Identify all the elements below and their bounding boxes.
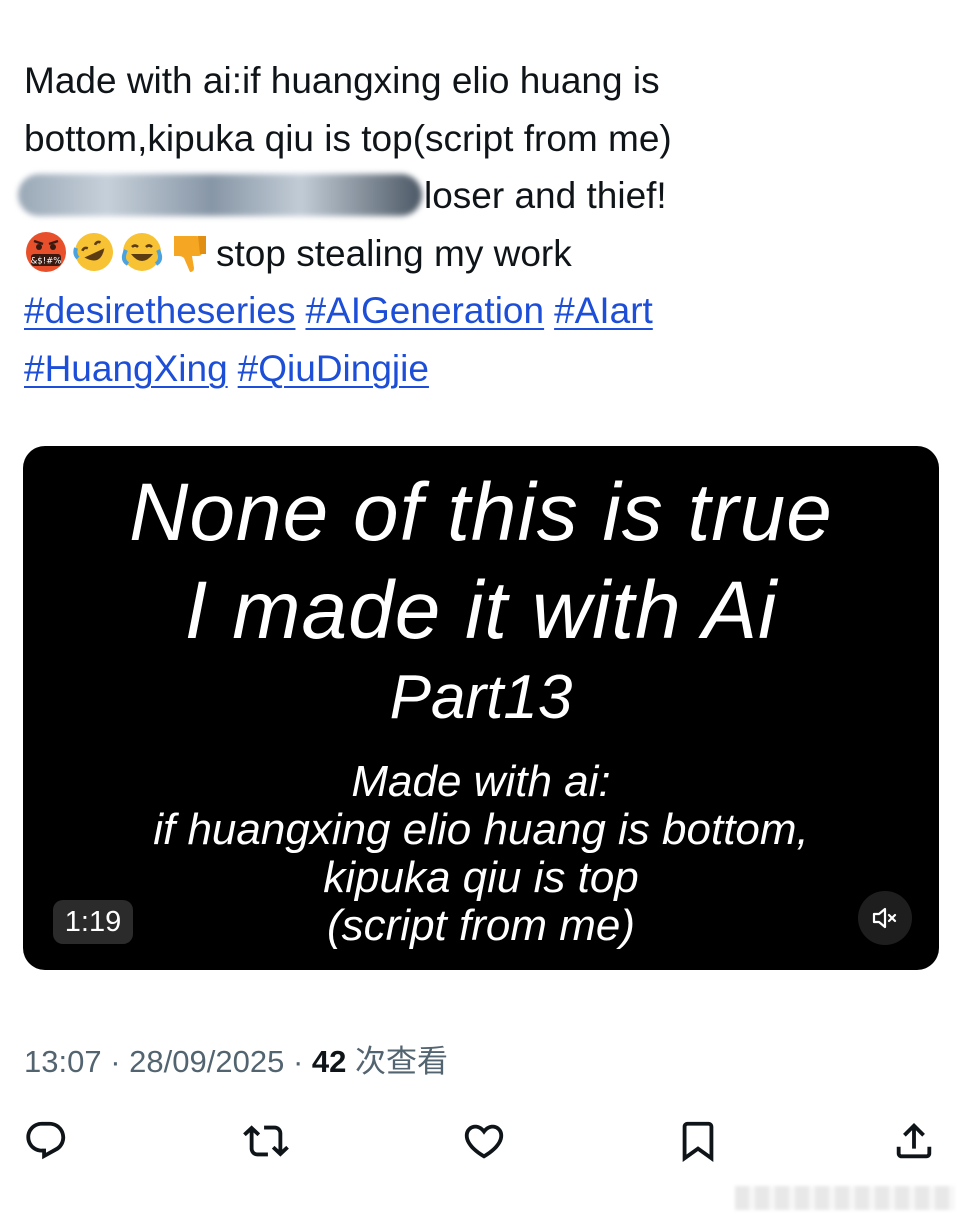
video-duration-badge: 1:19 [53, 900, 133, 944]
tweet-line-1: Made with ai:if huangxing elio huang is [24, 60, 660, 101]
share-button[interactable] [888, 1115, 940, 1167]
video-subtitle-line-2: if huangxing elio huang is bottom, [153, 805, 809, 854]
mute-button[interactable] [858, 891, 912, 945]
tweet-time[interactable]: 13:07 [24, 1044, 102, 1079]
hashtag-desiretheseries[interactable]: #desiretheseries [24, 290, 295, 331]
speaker-muted-icon [872, 907, 897, 929]
like-icon [464, 1124, 504, 1159]
retweet-icon [243, 1125, 289, 1157]
meta-separator: · [292, 1044, 304, 1079]
thumbs-down-icon [174, 235, 206, 272]
tweet-line-4: &$!#% stop stealing my work [24, 225, 924, 283]
retweet-button[interactable] [240, 1115, 292, 1167]
video-subtitle-line-3: kipuka qiu is top [323, 853, 639, 902]
face-with-symbols-on-mouth-icon: &$!#% [26, 231, 66, 272]
hashtag-row-1: #desiretheseries #AIGeneration #AIart [24, 282, 924, 340]
bookmark-button[interactable] [672, 1115, 724, 1167]
bookmark-icon [682, 1121, 714, 1162]
meta-separator: · [110, 1044, 121, 1079]
reply-icon [26, 1121, 66, 1160]
face-with-tears-of-joy-icon [121, 232, 163, 271]
redacted-blur [18, 174, 422, 217]
rolling-on-floor-laughing-icon [73, 232, 113, 271]
tweet-text: Made with ai:if huangxing elio huang is … [18, 52, 924, 398]
tweet-line-2: bottom,kipuka qiu is top(script from me) [24, 117, 672, 159]
svg-text:&$!#%: &$!#% [31, 256, 62, 266]
like-button[interactable] [458, 1115, 510, 1167]
hashtag-aiart[interactable]: #AIart [554, 290, 653, 331]
watermark-blur [735, 1186, 955, 1210]
video-title: None of this is true I made it with Ai [23, 464, 939, 660]
views-label: 次查看 [355, 1044, 448, 1079]
hashtag-row-2: #HuangXing #QiuDingjie [24, 340, 924, 398]
share-icon [896, 1122, 932, 1159]
hashtag-huangxing[interactable]: #HuangXing [24, 348, 228, 389]
video-part-label: Part13 [389, 663, 573, 732]
video-player[interactable]: None of this is true I made it with Ai P… [23, 446, 939, 970]
hashtag-qiudingjie[interactable]: #QiuDingjie [238, 348, 429, 389]
tweet-line-3: loser and thief! [18, 167, 924, 225]
video-subtitle-line-1: Made with ai: [351, 757, 611, 806]
tweet-line-3-text: loser and thief! [424, 175, 667, 217]
views-count: 42 [311, 1044, 347, 1079]
reply-button[interactable] [20, 1115, 72, 1167]
tweet-date[interactable]: 28/09/2025 [129, 1044, 284, 1079]
video-subtitle-line-4: (script from me) [327, 901, 635, 950]
video-title-line-1: None of this is true [129, 467, 833, 558]
tweet-meta: 13:07 · 28/09/2025 · 42 次查看 [24, 1036, 448, 1081]
hashtag-aigeneration[interactable]: #AIGeneration [305, 290, 544, 331]
video-title-line-2: I made it with Ai [184, 565, 778, 656]
video-subtitle: Made with ai: if huangxing elio huang is… [23, 758, 939, 950]
tweet-line-4-text: stop stealing my work [216, 232, 572, 274]
